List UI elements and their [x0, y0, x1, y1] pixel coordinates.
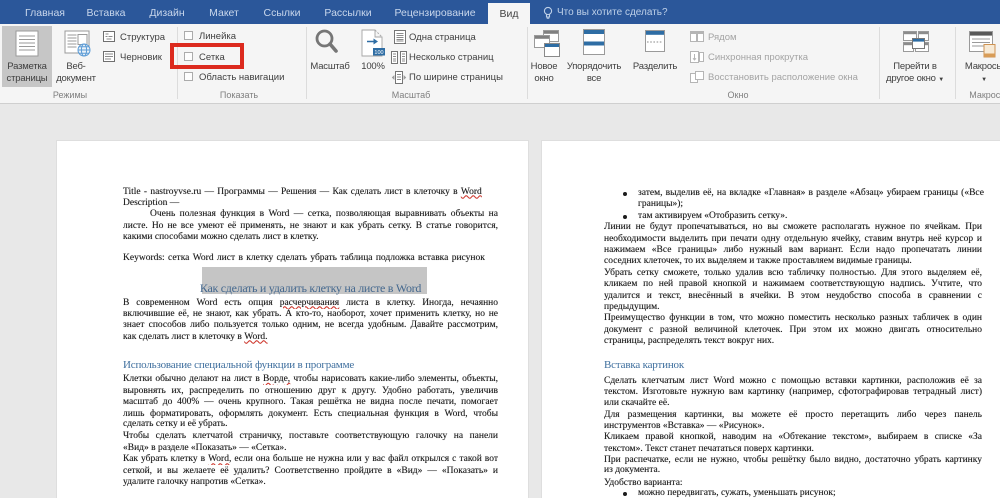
svg-text:100: 100: [374, 50, 383, 56]
